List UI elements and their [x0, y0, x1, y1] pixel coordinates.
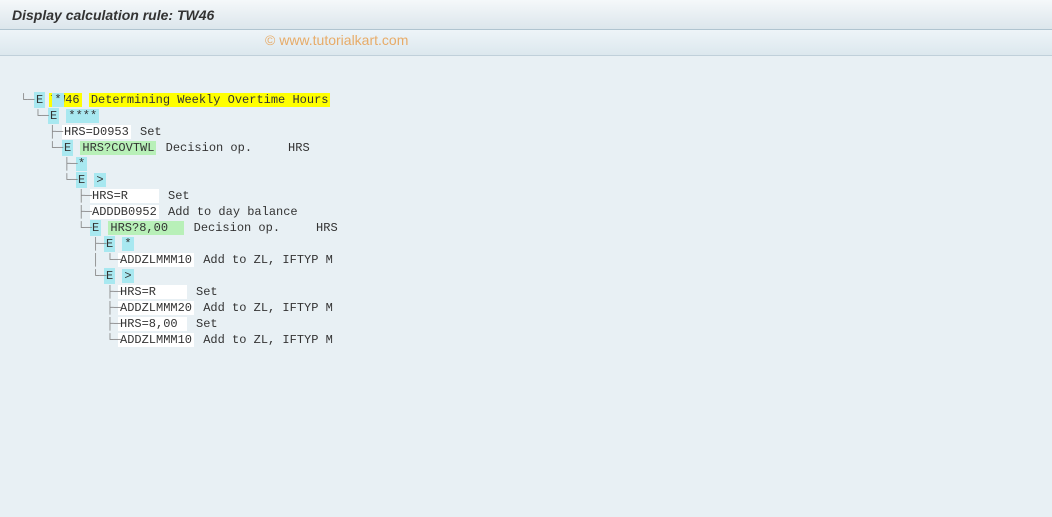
tree-row: ├─HRS=8,00 Set	[20, 316, 1052, 332]
tree-row[interactable]: └─E *	[20, 92, 1052, 108]
titlebar: Display calculation rule: TW46	[0, 0, 1052, 30]
node-desc: Decision op. HRS	[192, 221, 340, 235]
node-desc: Set	[166, 189, 192, 203]
node-code: HRS?8,00	[108, 221, 184, 235]
node-code: HRS=R	[90, 189, 159, 203]
node-code: ADDDB0952	[90, 205, 159, 219]
node-code: ADDZLMMM10	[118, 253, 194, 267]
tree-row: │ └─ADDZLMMM10 Add to ZL, IFTYP M	[20, 252, 1052, 268]
node-code: *	[52, 93, 63, 107]
node-code: *	[122, 237, 133, 251]
node-code: >	[94, 173, 105, 187]
tree-toggle[interactable]: E	[34, 92, 45, 108]
tree-row[interactable]: └─E HRS?8,00 Decision op. HRS	[20, 220, 1052, 236]
tree-row: ├─HRS=R Set	[20, 284, 1052, 300]
tree-root[interactable]: TW46 Determining Weekly Overtime Hours	[20, 76, 1052, 92]
node-desc: Add to ZL, IFTYP M	[201, 253, 335, 267]
tree-row[interactable]: └─E ****	[20, 108, 1052, 124]
node-code: HRS=R	[118, 285, 187, 299]
node-desc: Add to day balance	[166, 205, 300, 219]
tree-row: ├─HRS=R Set	[20, 188, 1052, 204]
node-code: HRS?COVTWL	[80, 141, 156, 155]
node-desc: Add to ZL, IFTYP M	[201, 333, 335, 347]
node-code: ****	[66, 109, 99, 123]
node-desc: Add to ZL, IFTYP M	[201, 301, 335, 315]
node-code: >	[122, 269, 133, 283]
tree-toggle[interactable]: E	[48, 108, 59, 124]
toolbar: © www.tutorialkart.com	[0, 30, 1052, 56]
watermark: © www.tutorialkart.com	[265, 32, 408, 48]
tree-row: └─ADDZLMMM10 Add to ZL, IFTYP M	[20, 332, 1052, 348]
node-desc: Set	[194, 285, 220, 299]
node-code: ADDZLMMM10	[118, 333, 194, 347]
tree-view: TW46 Determining Weekly Overtime Hours └…	[0, 56, 1052, 348]
node-code: HRS=8,00	[118, 317, 187, 331]
node-desc: Set	[194, 317, 220, 331]
tree-toggle[interactable]: E	[62, 140, 73, 156]
tree-row: ├─ADDZLMMM20 Add to ZL, IFTYP M	[20, 300, 1052, 316]
tree-row: ├─*	[20, 156, 1052, 172]
tree-row: ├─ADDDB0952 Add to day balance	[20, 204, 1052, 220]
tree-row[interactable]: ├─E *	[20, 236, 1052, 252]
page-title: Display calculation rule: TW46	[12, 7, 214, 23]
tree-row: ├─HRS=D0953 Set	[20, 124, 1052, 140]
tree-row[interactable]: └─E HRS?COVTWL Decision op. HRS	[20, 140, 1052, 156]
tree-row[interactable]: └─E >	[20, 268, 1052, 284]
node-desc: Decision op. HRS	[164, 141, 312, 155]
node-code: ADDZLMMM20	[118, 301, 194, 315]
node-desc: Set	[138, 125, 164, 139]
node-code: HRS=D0953	[62, 125, 131, 139]
tree-row[interactable]: └─E >	[20, 172, 1052, 188]
